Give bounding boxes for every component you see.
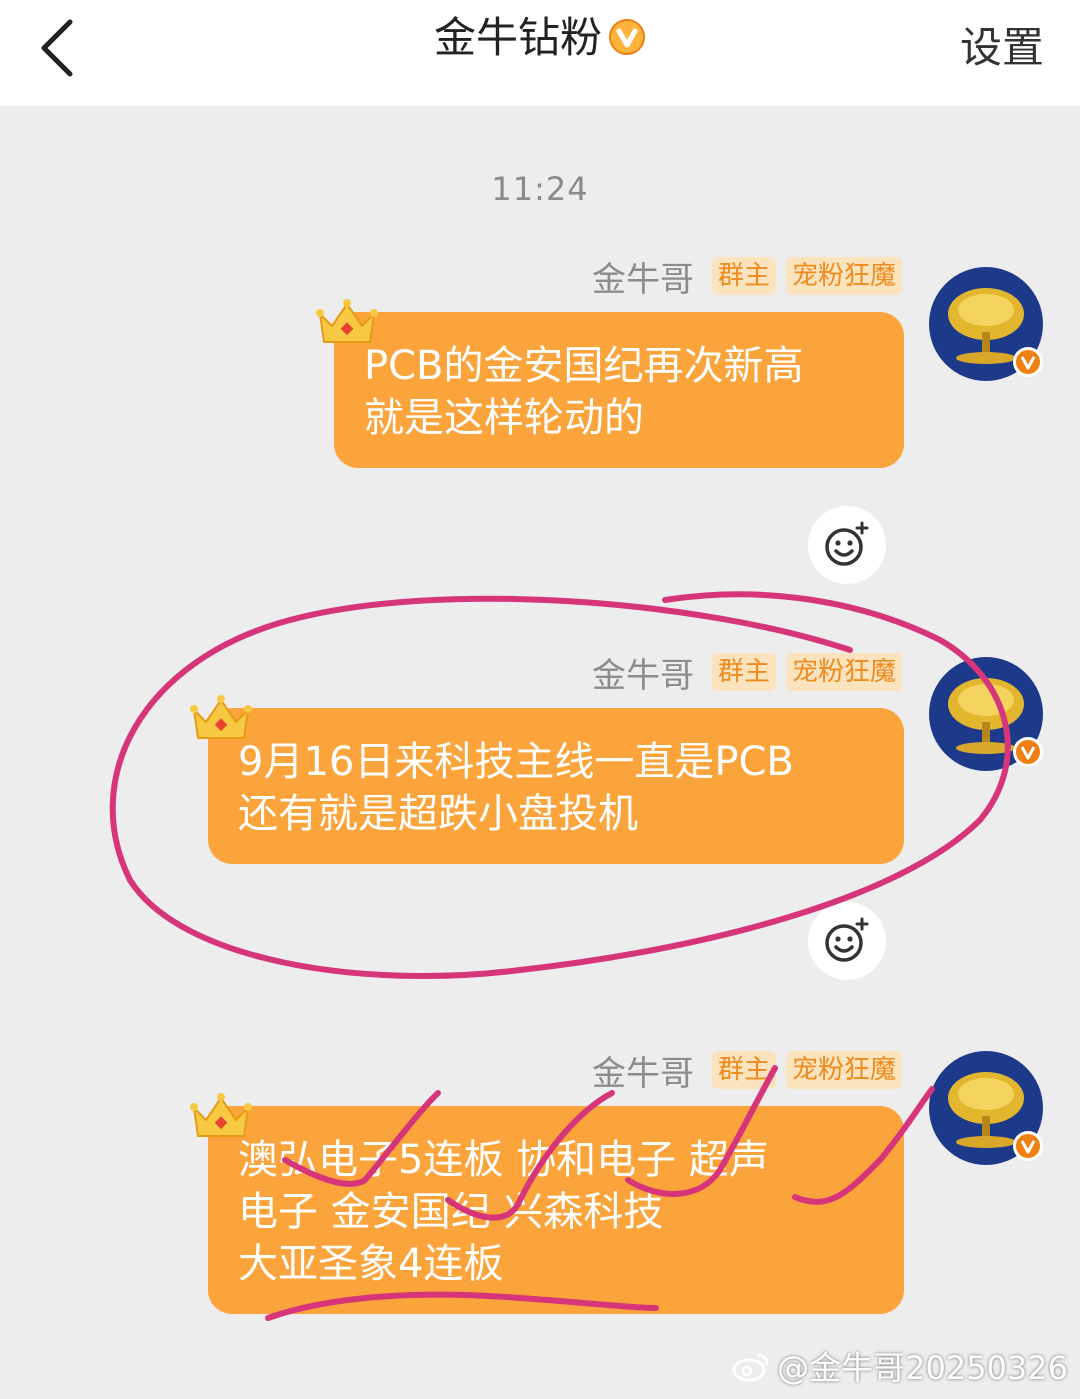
title-badge: 宠粉狂魔 — [785, 257, 902, 295]
sender-info: 金牛哥 群主 宠粉狂魔 — [592, 256, 902, 300]
avatar[interactable] — [928, 656, 1044, 772]
message-text-line: 电子 金安国纪 兴森科技 — [238, 1189, 664, 1235]
avatar[interactable] — [928, 1050, 1044, 1166]
avatar[interactable] — [928, 266, 1044, 382]
sender-name[interactable]: 金牛哥 — [592, 648, 694, 697]
sender-info: 金牛哥 群主 宠粉狂魔 — [592, 1050, 902, 1094]
message-text-line: PCB的金安国纪再次新高 — [364, 343, 804, 389]
chat-title: 金牛钻粉 — [433, 13, 602, 62]
owner-badge: 群主 — [711, 653, 776, 691]
crown-icon — [188, 692, 254, 746]
sender-info: 金牛哥 群主 宠粉狂魔 — [592, 652, 902, 696]
message-text-line: 澳弘电子5连板 协和电子 超声 — [238, 1137, 769, 1183]
message-text-line: 还有就是超跌小盘投机 — [238, 791, 638, 837]
message-bubble[interactable]: 澳弘电子5连板 协和电子 超声 电子 金安国纪 兴森科技 大亚圣象4连板 — [208, 1106, 904, 1314]
message-timestamp: 11:24 — [491, 170, 589, 208]
title-badge: 宠粉狂魔 — [785, 1051, 902, 1089]
message-text-line: 大亚圣象4连板 — [238, 1241, 504, 1287]
verified-badge-icon — [608, 14, 646, 55]
owner-badge: 群主 — [711, 257, 776, 295]
weibo-logo-icon — [732, 1353, 769, 1382]
sender-name[interactable]: 金牛哥 — [592, 1046, 694, 1095]
crown-icon — [314, 296, 380, 350]
add-reaction-button[interactable] — [808, 902, 886, 980]
watermark: @金牛哥20250326 — [731, 1343, 1068, 1389]
page-title: 金牛钻粉 — [0, 10, 1080, 66]
add-reaction-button[interactable] — [808, 506, 886, 584]
message-text-line: 9月16日来科技主线一直是PCB — [238, 739, 794, 785]
sender-name[interactable]: 金牛哥 — [592, 252, 694, 301]
crown-icon — [188, 1090, 254, 1144]
message-bubble[interactable]: PCB的金安国纪再次新高 就是这样轮动的 — [334, 312, 904, 468]
settings-button[interactable]: 设置 — [960, 20, 1044, 76]
top-bar: 金牛钻粉 设置 — [0, 0, 1080, 106]
title-badge: 宠粉狂魔 — [785, 653, 902, 691]
owner-badge: 群主 — [711, 1051, 776, 1089]
message-bubble[interactable]: 9月16日来科技主线一直是PCB 还有就是超跌小盘投机 — [208, 708, 904, 864]
message-text-line: 就是这样轮动的 — [364, 395, 644, 441]
chat-area: 11:24 金牛哥 群主 宠粉狂魔 PCB的金安国纪再次新高 就是这样轮动的 金… — [0, 106, 1080, 1399]
watermark-text: @金牛哥20250326 — [777, 1349, 1068, 1387]
